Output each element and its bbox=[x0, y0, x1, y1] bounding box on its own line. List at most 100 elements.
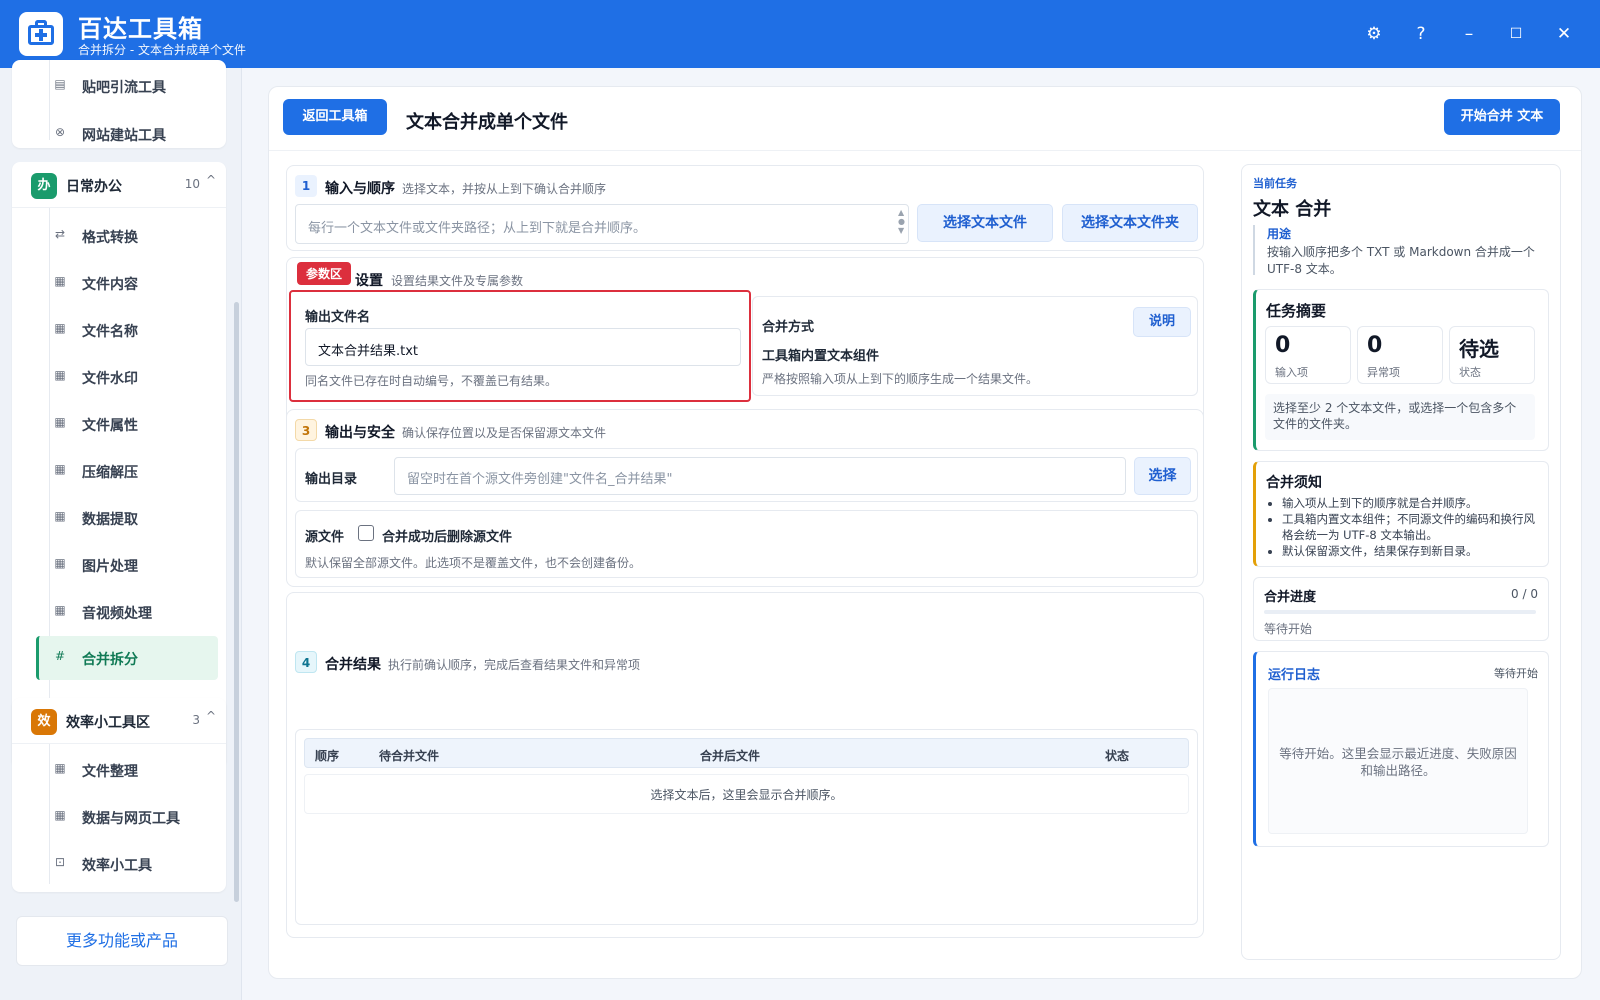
group-count: 3 bbox=[192, 713, 200, 727]
summary-hint: 选择至少 2 个文本文件，或选择一个包含多个文件的文件夹。 bbox=[1265, 394, 1535, 440]
grid-icon: ▦ bbox=[54, 274, 66, 288]
column-target: 合并后文件 bbox=[700, 749, 761, 763]
output-filename-label: 输出文件名 bbox=[305, 310, 371, 325]
source-file-hint: 默认保留全部源文件。此选项不是覆盖文件，也不会创建备份。 bbox=[305, 556, 642, 570]
source-file-label: 源文件 bbox=[305, 530, 345, 545]
task-side-panel: 当前任务 文本 合并 用途 按输入顺序把多个 TXT 或 Markdown 合并… bbox=[1241, 164, 1561, 960]
summary-title: 任务摘要 bbox=[1266, 302, 1327, 320]
output-dir-card: 输出目录 留空时在首个源文件旁创建"文件名_合并结果" 选择 bbox=[295, 448, 1198, 502]
group-header[interactable]: 办 日常办公 10 ^ bbox=[12, 162, 226, 208]
select-text-folder-button[interactable]: 选择文本文件夹 bbox=[1062, 204, 1198, 242]
sidebar-item-attributes[interactable]: ▦ 文件属性 bbox=[36, 404, 218, 444]
sidebar-item-website[interactable]: ⊗ 网站建站工具 bbox=[36, 114, 218, 154]
app-subtitle: 合并拆分 - 文本合并成单个文件 bbox=[78, 43, 246, 57]
log-title: 运行日志 bbox=[1268, 668, 1321, 683]
minimize-icon[interactable]: – bbox=[1455, 20, 1483, 48]
help-icon[interactable]: ? bbox=[1407, 20, 1435, 48]
grid-icon: ▦ bbox=[54, 368, 66, 382]
grid-icon: ▦ bbox=[54, 509, 66, 523]
sidebar-item-watermark[interactable]: ▦ 文件水印 bbox=[36, 357, 218, 397]
chevron-up-icon[interactable]: ^ bbox=[206, 709, 216, 723]
title-bar: 百达工具箱 合并拆分 - 文本合并成单个文件 ⚙ ? – ☐ ✕ bbox=[0, 0, 1600, 68]
section-desc: 设置结果文件及专属参数 bbox=[391, 274, 524, 288]
delete-source-checkbox[interactable] bbox=[358, 525, 374, 541]
sidebar-item-organize[interactable]: ▦ 文件整理 bbox=[36, 750, 218, 790]
sidebar: ▤ 贴吧引流工具 ⊗ 网站建站工具 办 日常办公 10 ^ ⇄ 格式转换 ▦ 文… bbox=[0, 60, 242, 1000]
sidebar-item-compress[interactable]: ▦ 压缩解压 bbox=[36, 451, 218, 491]
log-area[interactable]: 等待开始。这里会显示最近进度、失败原因和输出路径。 bbox=[1268, 688, 1528, 834]
output-filename-input[interactable]: 文本合并结果.txt bbox=[305, 328, 741, 366]
output-dir-input[interactable]: 留空时在首个源文件旁创建"文件名_合并结果" bbox=[394, 457, 1126, 495]
chevron-up-icon[interactable]: ^ bbox=[206, 173, 216, 187]
progress-title: 合并进度 bbox=[1264, 590, 1317, 605]
more-products-button[interactable]: 更多功能或产品 bbox=[16, 916, 228, 966]
sidebar-item-tieba[interactable]: ▤ 贴吧引流工具 bbox=[36, 66, 218, 106]
notice-item: 默认保留源文件，结果保存到新目录。 bbox=[1282, 543, 1538, 559]
output-dir-select-button[interactable]: 选择 bbox=[1134, 457, 1191, 495]
input-paths-textarea[interactable]: 每行一个文本文件或文件夹路径；从上到下就是合并顺序。 ▲ ● ▼ bbox=[295, 204, 909, 244]
sidebar-item-content[interactable]: ▦ 文件内容 bbox=[36, 263, 218, 303]
delete-source-label[interactable]: 合并成功后删除源文件 bbox=[382, 526, 512, 545]
section-desc: 确认保存位置以及是否保留源文本文件 bbox=[402, 426, 607, 440]
grid-icon: ▦ bbox=[54, 808, 66, 822]
close-icon[interactable]: ✕ bbox=[1550, 20, 1578, 48]
notice-item: 工具箱内置文本组件；不同源文件的编码和换行风格会统一为 UTF-8 文本输出。 bbox=[1282, 511, 1538, 543]
notice-list: 输入项从上到下的顺序就是合并顺序。 工具箱内置文本组件；不同源文件的编码和换行风… bbox=[1282, 495, 1538, 559]
sidebar-card-previous: ▤ 贴吧引流工具 ⊗ 网站建站工具 bbox=[12, 60, 226, 148]
start-merge-button[interactable]: 开始合并 文本 bbox=[1444, 99, 1560, 135]
merge-mode-hint: 严格按照输入项从上到下的顺序生成一个结果文件。 bbox=[762, 372, 1039, 386]
usage-block: 用途 按输入顺序把多个 TXT 或 Markdown 合并成一个 UTF-8 文… bbox=[1253, 225, 1549, 276]
column-status: 状态 bbox=[1105, 749, 1130, 763]
result-table: 顺序 待合并文件 合并后文件 状态 选择文本后，这里会显示合并顺序。 bbox=[295, 729, 1198, 925]
sidebar-item-image[interactable]: ▦ 图片处理 bbox=[36, 545, 218, 585]
source-file-card: 源文件 合并成功后删除源文件 默认保留全部源文件。此选项不是覆盖文件，也不会创建… bbox=[295, 510, 1198, 578]
sidebar-item-data-web[interactable]: ▦ 数据与网页工具 bbox=[36, 797, 218, 837]
section-output: 3 输出与安全 确认保存位置以及是否保留源文本文件 输出目录 留空时在首个源文件… bbox=[286, 409, 1204, 587]
settings-icon[interactable]: ⚙ bbox=[1360, 20, 1388, 48]
sidebar-item-format[interactable]: ⇄ 格式转换 bbox=[36, 216, 218, 256]
notice-card: 合并须知 输入项从上到下的顺序就是合并顺序。 工具箱内置文本组件；不同源文件的编… bbox=[1253, 461, 1549, 567]
notice-item: 输入项从上到下的顺序就是合并顺序。 bbox=[1282, 495, 1538, 511]
sidebar-group-efficiency: 效 效率小工具区 3 ^ ▦ 文件整理 ▦ 数据与网页工具 ⊡ 效率小工具 bbox=[12, 698, 226, 892]
group-header[interactable]: 效 效率小工具区 3 ^ bbox=[12, 698, 226, 744]
output-filename-card: 输出文件名 文本合并结果.txt 同名文件已存在时自动编号，不覆盖已有结果。 bbox=[289, 290, 751, 402]
hash-icon: # bbox=[54, 649, 66, 663]
grid-icon: ▦ bbox=[54, 462, 66, 476]
stat-input: 0 输入项 bbox=[1265, 326, 1351, 384]
output-filename-hint: 同名文件已存在时自动编号，不覆盖已有结果。 bbox=[305, 374, 558, 388]
group-badge: 效 bbox=[31, 709, 57, 735]
group-title: 效率小工具区 bbox=[66, 715, 150, 731]
grid-icon: ▦ bbox=[54, 321, 66, 335]
section-title: 合并结果 bbox=[325, 657, 381, 673]
log-card: 运行日志 等待开始 等待开始。这里会显示最近进度、失败原因和输出路径。 bbox=[1253, 651, 1549, 847]
sidebar-item-extract[interactable]: ▦ 数据提取 bbox=[36, 498, 218, 538]
merge-mode-card: 合并方式 说明 工具箱内置文本组件 严格按照输入项从上到下的顺序生成一个结果文件… bbox=[752, 296, 1198, 396]
current-task-label: 当前任务 bbox=[1253, 177, 1297, 190]
back-to-toolbox-button[interactable]: 返回工具箱 bbox=[283, 99, 387, 135]
document-icon: ▤ bbox=[54, 77, 66, 91]
select-text-file-button[interactable]: 选择文本文件 bbox=[917, 204, 1053, 242]
progress-count: 0 / 0 bbox=[1511, 587, 1538, 601]
merge-mode-label: 合并方式 bbox=[762, 320, 815, 335]
sidebar-item-merge-split[interactable]: # 合并拆分 bbox=[36, 636, 218, 680]
summary-card: 任务摘要 0 输入项 0 异常项 待选 状态 选择至少 2 个文本文件，或选择一… bbox=[1253, 289, 1549, 451]
app-title: 百达工具箱 bbox=[78, 15, 203, 43]
section-desc: 执行前确认顺序，完成后查看结果文件和异常项 bbox=[388, 658, 641, 672]
textarea-scroll-arrows[interactable]: ▲ ● ▼ bbox=[898, 208, 905, 235]
grid-icon: ▦ bbox=[54, 415, 66, 429]
maximize-icon[interactable]: ☐ bbox=[1502, 20, 1530, 48]
sidebar-scrollbar[interactable] bbox=[234, 302, 239, 902]
table-header: 顺序 待合并文件 合并后文件 状态 bbox=[304, 738, 1189, 768]
section-number: 3 bbox=[295, 419, 317, 441]
toolbox-icon bbox=[19, 12, 63, 56]
sidebar-item-name[interactable]: ▦ 文件名称 bbox=[36, 310, 218, 350]
notice-title: 合并须知 bbox=[1266, 475, 1322, 491]
sidebar-item-tools[interactable]: ⊡ 效率小工具 bbox=[36, 844, 218, 884]
merge-mode-help-button[interactable]: 说明 bbox=[1133, 307, 1191, 337]
progress-card: 合并进度 0 / 0 等待开始 bbox=[1253, 577, 1549, 641]
sidebar-item-media[interactable]: ▦ 音视频处理 bbox=[36, 592, 218, 632]
toolbox-icon: ⊡ bbox=[54, 855, 66, 869]
table-empty-state: 选择文本后，这里会显示合并顺序。 bbox=[304, 774, 1189, 814]
section-number: 1 bbox=[295, 175, 317, 197]
grid-icon: ▦ bbox=[54, 603, 66, 617]
